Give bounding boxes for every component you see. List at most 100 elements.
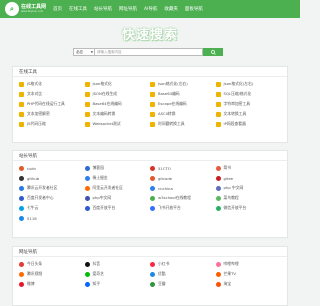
link-label: SQL压缩/格式化 [223,91,252,96]
site-icon [150,91,155,97]
link-label: Websocket测试 [92,121,121,126]
panel-title: 在线工具 [13,67,287,77]
link-item[interactable]: 微博 [19,279,85,289]
link-item[interactable]: 稀土掘金 [84,173,151,183]
link-item[interactable]: 七牛云 [19,203,85,213]
link-item[interactable]: Json格式化(左右) [215,79,282,89]
link-item[interactable]: gitee [215,173,282,183]
link-item[interactable]: Base64编码 [150,89,216,99]
main-nav: 首页 在线工具 站长导航 网址导航 AI导航 收藏夹 面板导航 [53,6,210,12]
link-item[interactable]: csdn [19,163,85,173]
link-grid: 今日头条 抖音 小红书 哔哩哔哩腾讯视频 爱奇艺 优酷 芒果TV 微博 知乎 豆瓣 淘宝 [13,257,287,289]
link-item[interactable]: 腾讯云开发者社区 [19,183,85,193]
link-item[interactable]: 文本编码转换 [84,109,151,119]
nav-item-ai[interactable]: AI导航 [144,6,157,12]
search-engine-select[interactable]: 必应 ▼ [73,48,95,56]
link-item[interactable]: 今日头条 [19,259,85,269]
site-icon [84,281,90,287]
link-item[interactable]: 优酷 [150,269,216,279]
nav-item-webmaster[interactable]: 站长导航 [94,6,112,12]
link-item[interactable]: 知乎 [84,279,151,289]
site-icon [150,81,155,87]
site-icon [84,111,90,117]
link-grid: csdn 博客园 51CTO 简书 github 稀土掘金 gitcode gitee 腾讯云开… [13,161,287,223]
link-item[interactable]: 菜鸟教程 [215,193,282,203]
link-label: csdn [27,165,36,171]
site-icon [215,121,221,127]
link-item[interactable]: JS格式化 [19,79,85,89]
link-label: 文本转换工具 [223,111,247,116]
nav-item-favorites[interactable]: 收藏夹 [164,6,178,12]
link-label: 淘宝 [223,281,232,286]
link-item[interactable]: 百度开放平台 [84,203,151,213]
search-bar: 必应 ▼ 请输入搜索内容 [73,48,223,56]
link-item[interactable]: php 中文网 [215,183,282,193]
link-item[interactable]: JS代码压缩 [19,119,85,129]
nav-item-home[interactable]: 首页 [53,6,62,12]
link-item[interactable]: 微信开放平台 [215,203,282,213]
link-item[interactable]: github [19,173,85,183]
link-label: 博客园 [92,165,104,170]
search-engine-value: 必应 [76,49,83,54]
link-item[interactable]: 腾讯视频 [19,269,85,279]
link-label: 文本对比 [27,91,43,96]
link-item[interactable]: 简书 [215,163,282,173]
link-item[interactable]: 文本转换工具 [215,109,282,119]
link-label: 51CTO [158,165,171,171]
link-item[interactable]: Escape在线编码 [150,99,216,109]
site-icon [215,101,221,107]
link-item[interactable]: 博客园 [84,163,151,173]
link-item[interactable]: 小红书 [150,259,216,269]
link-label: gitee [223,175,234,181]
link-item[interactable]: JSON在线生成 [84,89,151,99]
link-item[interactable]: w3school在线教程 [150,193,216,203]
site-icon [150,175,155,181]
nav-item-panel[interactable]: 面板导航 [185,6,203,12]
link-label: 稀土掘金 [92,175,108,180]
link-item[interactable]: 文本对比 [19,89,85,99]
link-item[interactable]: 百度开发者中心 [19,193,85,203]
link-label: 腾讯视频 [27,271,43,276]
link-item[interactable]: 飞书开放平台 [150,203,216,213]
link-item[interactable]: gitcode [150,173,216,183]
link-item[interactable]: 爱奇艺 [84,269,151,279]
site-icon [150,185,155,191]
site-icon [215,165,221,171]
link-item[interactable]: 抖音 [84,259,151,269]
link-item[interactable]: 豆瓣 [150,279,216,289]
link-label: 阿里云开发者社区 [92,185,123,190]
link-item[interactable]: php中文网 [84,193,151,203]
link-item[interactable]: SQL压缩/格式化 [215,89,282,99]
site-icon [84,121,90,127]
search-input[interactable]: 请输入搜索内容 [95,48,203,56]
link-item[interactable]: 阿里云开发者社区 [84,183,151,193]
link-item[interactable]: 芒果TV [215,269,282,279]
link-label: 芒果TV [223,271,237,276]
site-icon [84,195,90,201]
nav-item-online-tools[interactable]: 在线工具 [69,6,87,12]
link-item[interactable]: Websocket测试 [84,119,151,129]
link-item[interactable]: IP网段查看器 [215,119,282,129]
link-item[interactable]: 时间戳转换工具 [150,119,216,129]
link-item[interactable]: Base64在线编码 [84,99,151,109]
link-item[interactable]: ASCII转换 [150,109,216,119]
link-item[interactable]: 哔哩哔哩 [215,259,282,269]
link-label: 今日头条 [27,261,43,266]
site-icon [19,111,24,117]
link-item[interactable]: Json格式化(左右) [150,79,216,89]
nav-item-sites[interactable]: 网址导航 [119,6,137,12]
link-item[interactable]: 淘宝 [215,279,282,289]
link-item[interactable]: PHP代码在线运行工具 [19,99,85,109]
link-label: 文本编码转换 [92,111,116,116]
link-item[interactable]: Json格式化 [84,79,151,89]
site-icon [19,101,24,107]
link-item[interactable]: 5118 [19,213,85,223]
link-item[interactable]: 51CTO [150,163,216,173]
search-button[interactable] [203,48,223,56]
panel-title: 站长导航 [13,151,287,161]
site-logo[interactable]: ⌕ 在线工具网 www.bbybun.com [5,2,46,16]
link-item[interactable]: 字符串加密工具 [215,99,282,109]
link-item[interactable]: 文本加密解密 [19,109,85,119]
link-label: IP网段查看器 [223,121,246,126]
link-item[interactable]: cnchina [150,183,216,193]
